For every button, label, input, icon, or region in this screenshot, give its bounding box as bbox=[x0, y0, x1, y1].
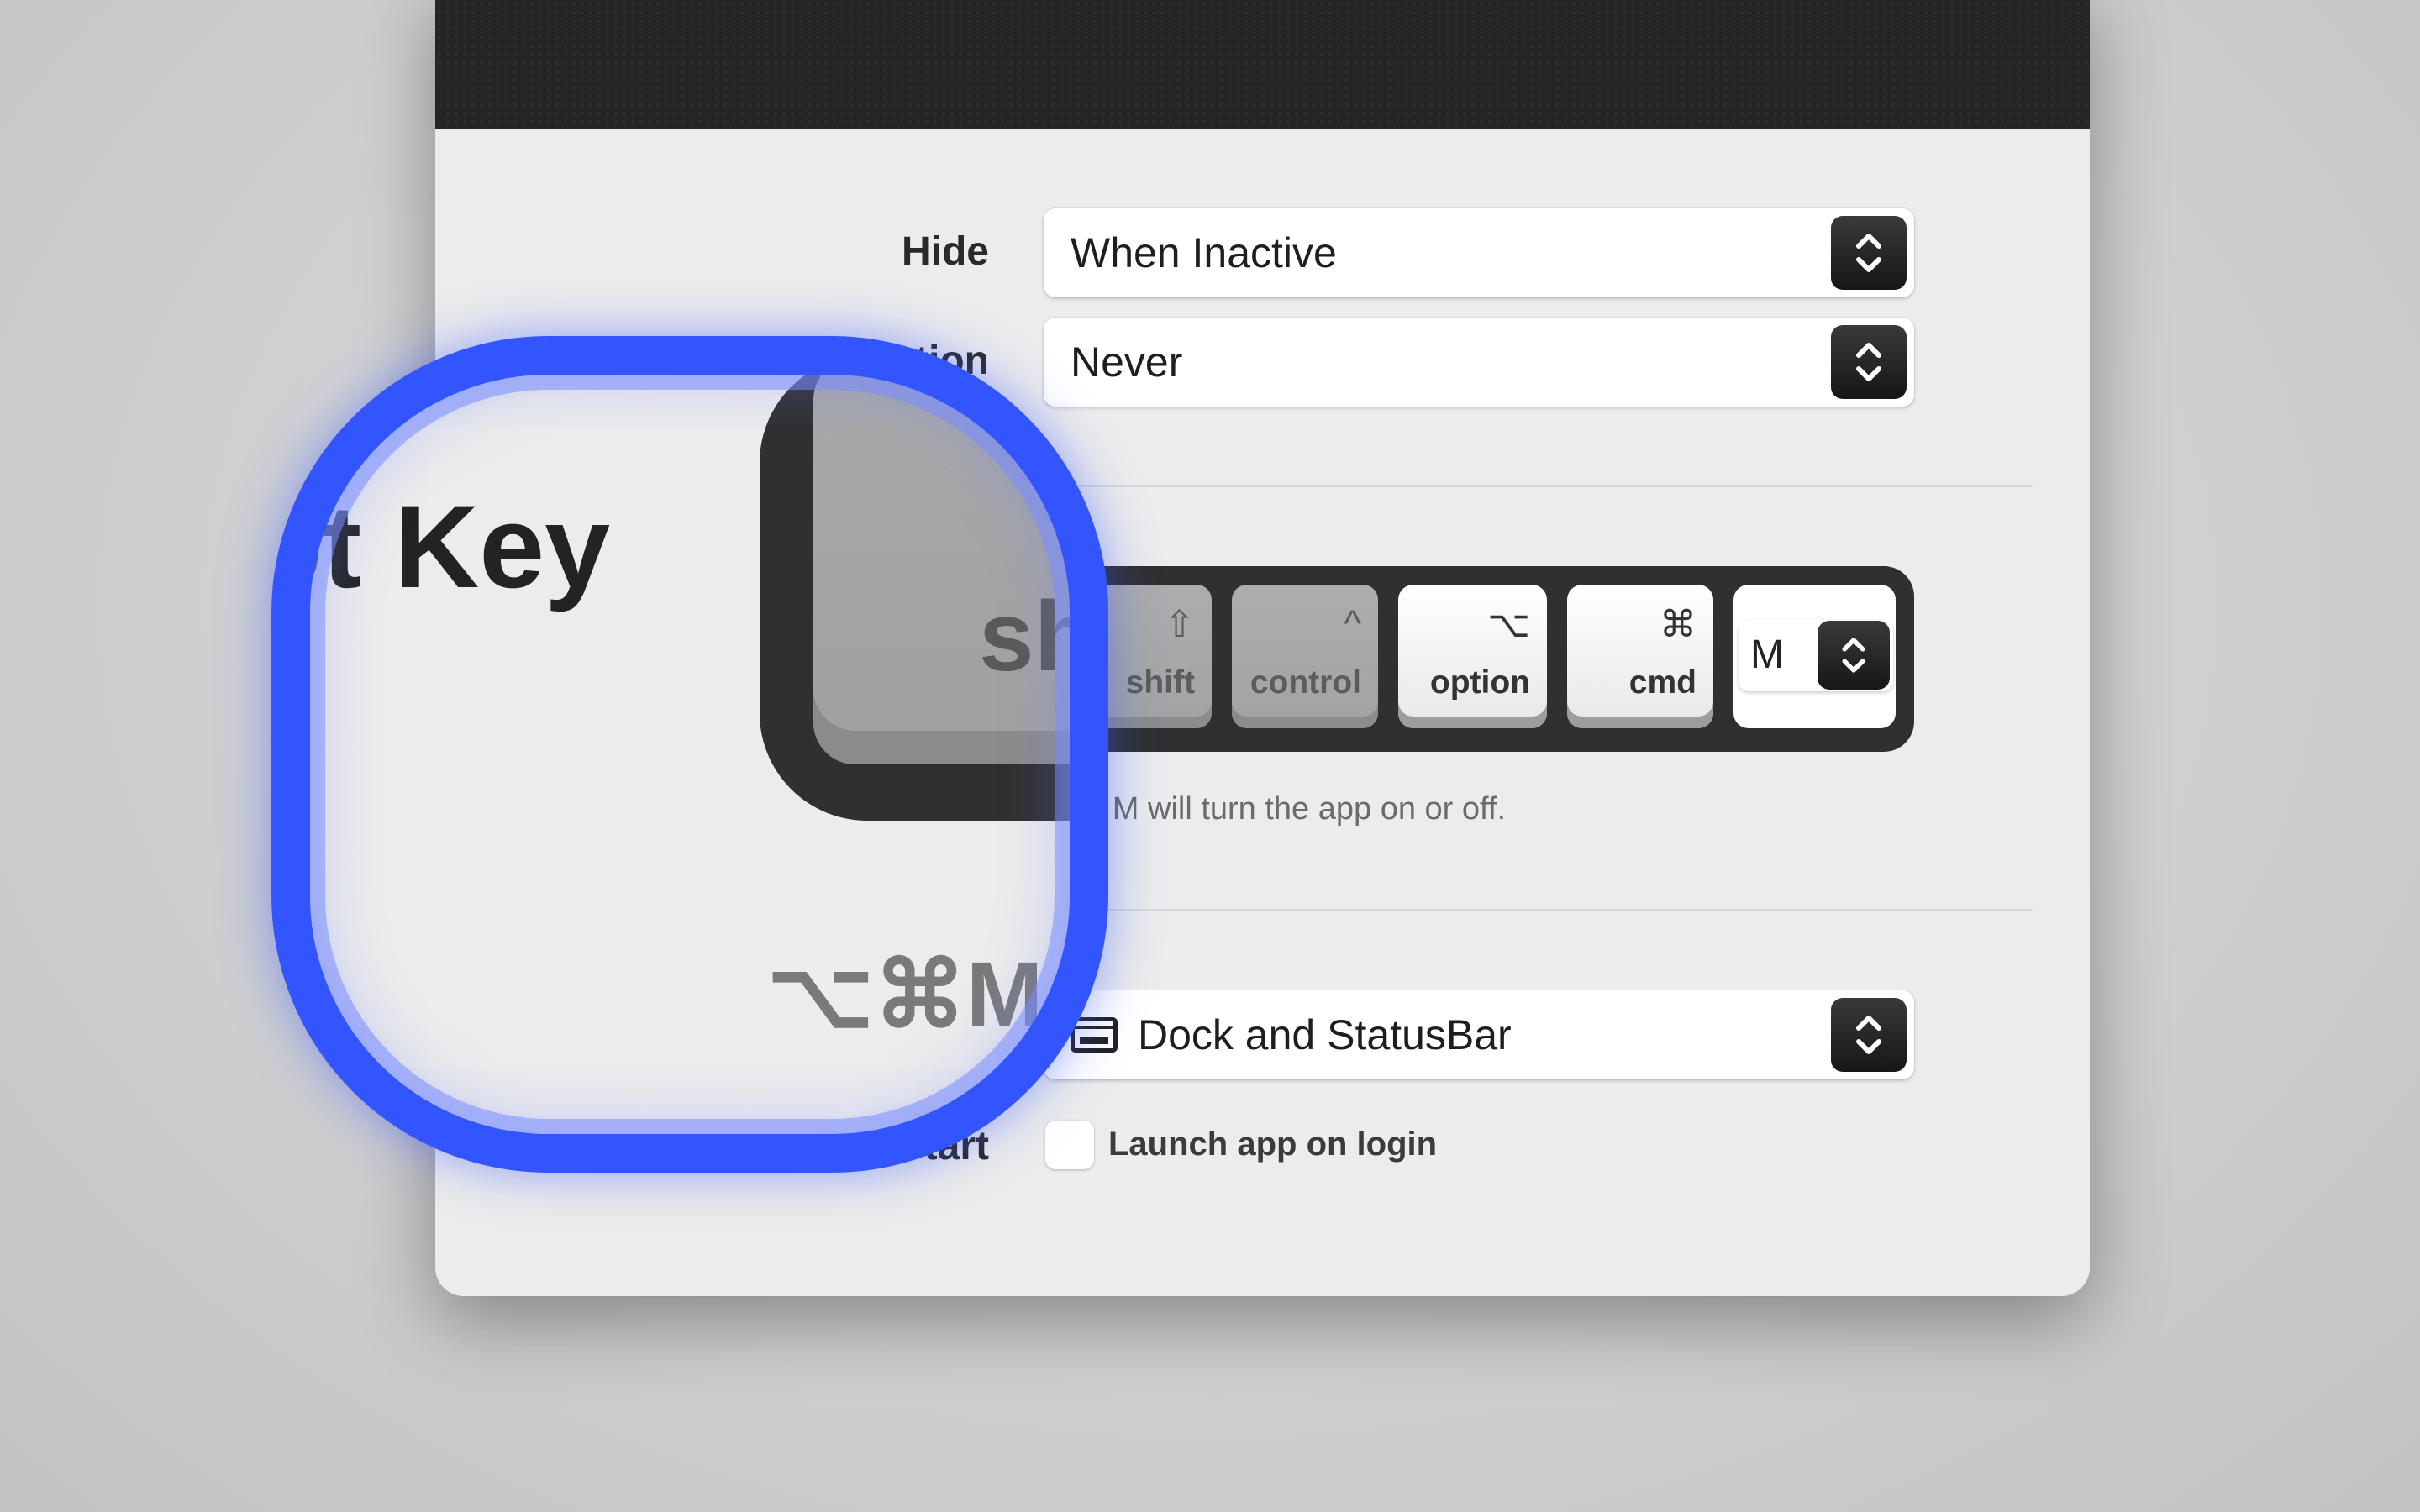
chevron-up-down-icon bbox=[1831, 998, 1907, 1072]
command-icon: ⌘ bbox=[1660, 604, 1697, 645]
option-icon: ⌥ bbox=[1487, 604, 1530, 645]
hotkey-recorder: ⇧ shift ^ control ⌥ option ⌘ cmd M bbox=[1044, 566, 1914, 752]
hotkey-hint: ⌥⌘M will turn the app on or off. bbox=[1044, 791, 1506, 827]
hide-label: Hide bbox=[901, 229, 989, 274]
divider bbox=[992, 909, 2033, 911]
magnifier-ring bbox=[271, 336, 1108, 1173]
launch-on-login-checkbox[interactable] bbox=[1045, 1121, 1094, 1169]
show-in-popup[interactable]: Dock and StatusBar bbox=[1044, 990, 1914, 1079]
option-key-toggle[interactable]: ⌥ option bbox=[1398, 585, 1547, 728]
control-icon: ^ bbox=[1344, 603, 1361, 644]
window-header bbox=[435, 0, 2090, 129]
launch-on-login-label: Launch app on login bbox=[1108, 1126, 1438, 1163]
hide-popup-value: When Inactive bbox=[1071, 229, 1337, 276]
show-in-popup-value: Dock and StatusBar bbox=[1138, 1011, 1512, 1058]
control-label: control bbox=[1249, 664, 1361, 701]
chevron-up-down-icon bbox=[1818, 621, 1890, 690]
cmd-key-toggle[interactable]: ⌘ cmd bbox=[1567, 585, 1713, 728]
second-setting-popup[interactable]: Never bbox=[1044, 318, 1914, 407]
key-select-value: M bbox=[1750, 633, 1784, 677]
option-label: option bbox=[1429, 664, 1530, 701]
key-select-popup[interactable]: M bbox=[1739, 620, 1893, 691]
shift-label: shift bbox=[1125, 664, 1195, 701]
cmd-label: cmd bbox=[1628, 664, 1697, 701]
hide-popup[interactable]: When Inactive bbox=[1044, 208, 1914, 297]
chevron-up-down-icon bbox=[1831, 325, 1907, 399]
control-key-toggle[interactable]: ^ control bbox=[1232, 585, 1378, 728]
shift-icon: ⇧ bbox=[1164, 604, 1195, 645]
key-select-container: M bbox=[1733, 585, 1896, 728]
chevron-up-down-icon bbox=[1831, 216, 1907, 290]
divider bbox=[992, 485, 2033, 487]
